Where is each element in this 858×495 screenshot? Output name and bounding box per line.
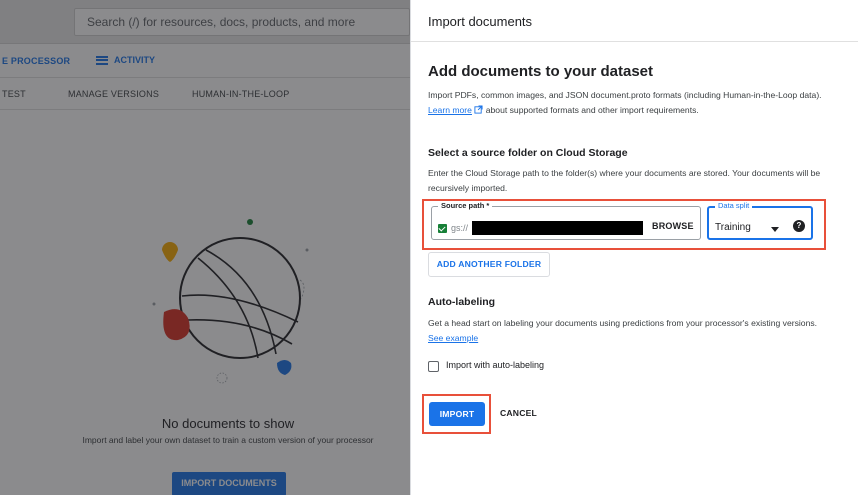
auto-labeling-heading: Auto-labeling	[428, 296, 496, 308]
activity-button[interactable]: ACTIVITY	[96, 55, 155, 65]
import-documents-button[interactable]: IMPORT DOCUMENTS	[172, 472, 286, 495]
data-split-select[interactable]: Data split Training ?	[707, 201, 813, 240]
learn-more-link[interactable]: Learn more	[428, 105, 472, 115]
search-input[interactable]: Search (/) for resources, docs, products…	[74, 8, 410, 36]
empty-state-illustration	[152, 219, 309, 384]
auto-labeling-checkbox-label[interactable]: Import with auto-labeling	[446, 360, 544, 370]
dropdown-caret-icon	[771, 227, 779, 232]
auto-labeling-description: Get a head start on labeling your docume…	[428, 316, 833, 346]
source-folder-heading: Select a source folder on Cloud Storage	[428, 147, 628, 159]
empty-state-title: No documents to show	[161, 416, 295, 431]
intro-text: Import PDFs, common images, and JSON doc…	[428, 88, 833, 118]
import-button[interactable]: IMPORT	[429, 402, 485, 426]
tab-test[interactable]: TEST	[2, 89, 26, 99]
source-path-label: Source path *	[438, 201, 493, 210]
data-split-value: Training	[715, 222, 751, 233]
intro-suffix: about supported formats and other import…	[485, 105, 699, 115]
browse-button[interactable]: BROWSE	[652, 221, 694, 231]
external-link-icon	[474, 105, 483, 114]
panel-header: Import documents	[411, 0, 858, 42]
processor-action-button[interactable]: E PROCESSOR	[2, 56, 70, 66]
toolbar: E PROCESSOR ACTIVITY	[0, 44, 410, 78]
see-example-link[interactable]: See example	[428, 333, 478, 343]
source-path-prefix: gs://	[451, 223, 469, 233]
auto-labeling-checkbox[interactable]	[428, 361, 439, 372]
list-icon	[96, 55, 108, 65]
source-folder-description: Enter the Cloud Storage path to the fold…	[428, 168, 821, 193]
empty-state-subtitle: Import and label your own dataset to tra…	[82, 435, 374, 445]
source-path-field[interactable]: Source path * gs:// BROWSE	[431, 201, 701, 240]
tab-bar: TEST MANAGE VERSIONS HUMAN-IN-THE-LOOP	[0, 78, 410, 110]
check-icon	[438, 224, 447, 233]
cancel-button[interactable]: CANCEL	[500, 408, 537, 418]
help-icon[interactable]: ?	[793, 220, 805, 232]
data-split-label: Data split	[715, 201, 753, 210]
tab-human-in-the-loop[interactable]: HUMAN-IN-THE-LOOP	[192, 89, 289, 99]
intro-body: Import PDFs, common images, and JSON doc…	[428, 90, 822, 100]
import-documents-panel: Import documents Add documents to your d…	[410, 0, 858, 495]
dataset-heading: Add documents to your dataset	[428, 63, 654, 80]
activity-label: ACTIVITY	[114, 55, 156, 65]
redacted-path	[472, 221, 643, 235]
add-another-folder-button[interactable]: ADD ANOTHER FOLDER	[428, 252, 550, 277]
tab-manage-versions[interactable]: MANAGE VERSIONS	[68, 89, 159, 99]
auto-labeling-body: Get a head start on labeling your docume…	[428, 318, 818, 328]
top-search-bar: Search (/) for resources, docs, products…	[0, 0, 410, 44]
panel-title: Import documents	[428, 14, 533, 29]
background-app: Search (/) for resources, docs, products…	[0, 0, 410, 495]
